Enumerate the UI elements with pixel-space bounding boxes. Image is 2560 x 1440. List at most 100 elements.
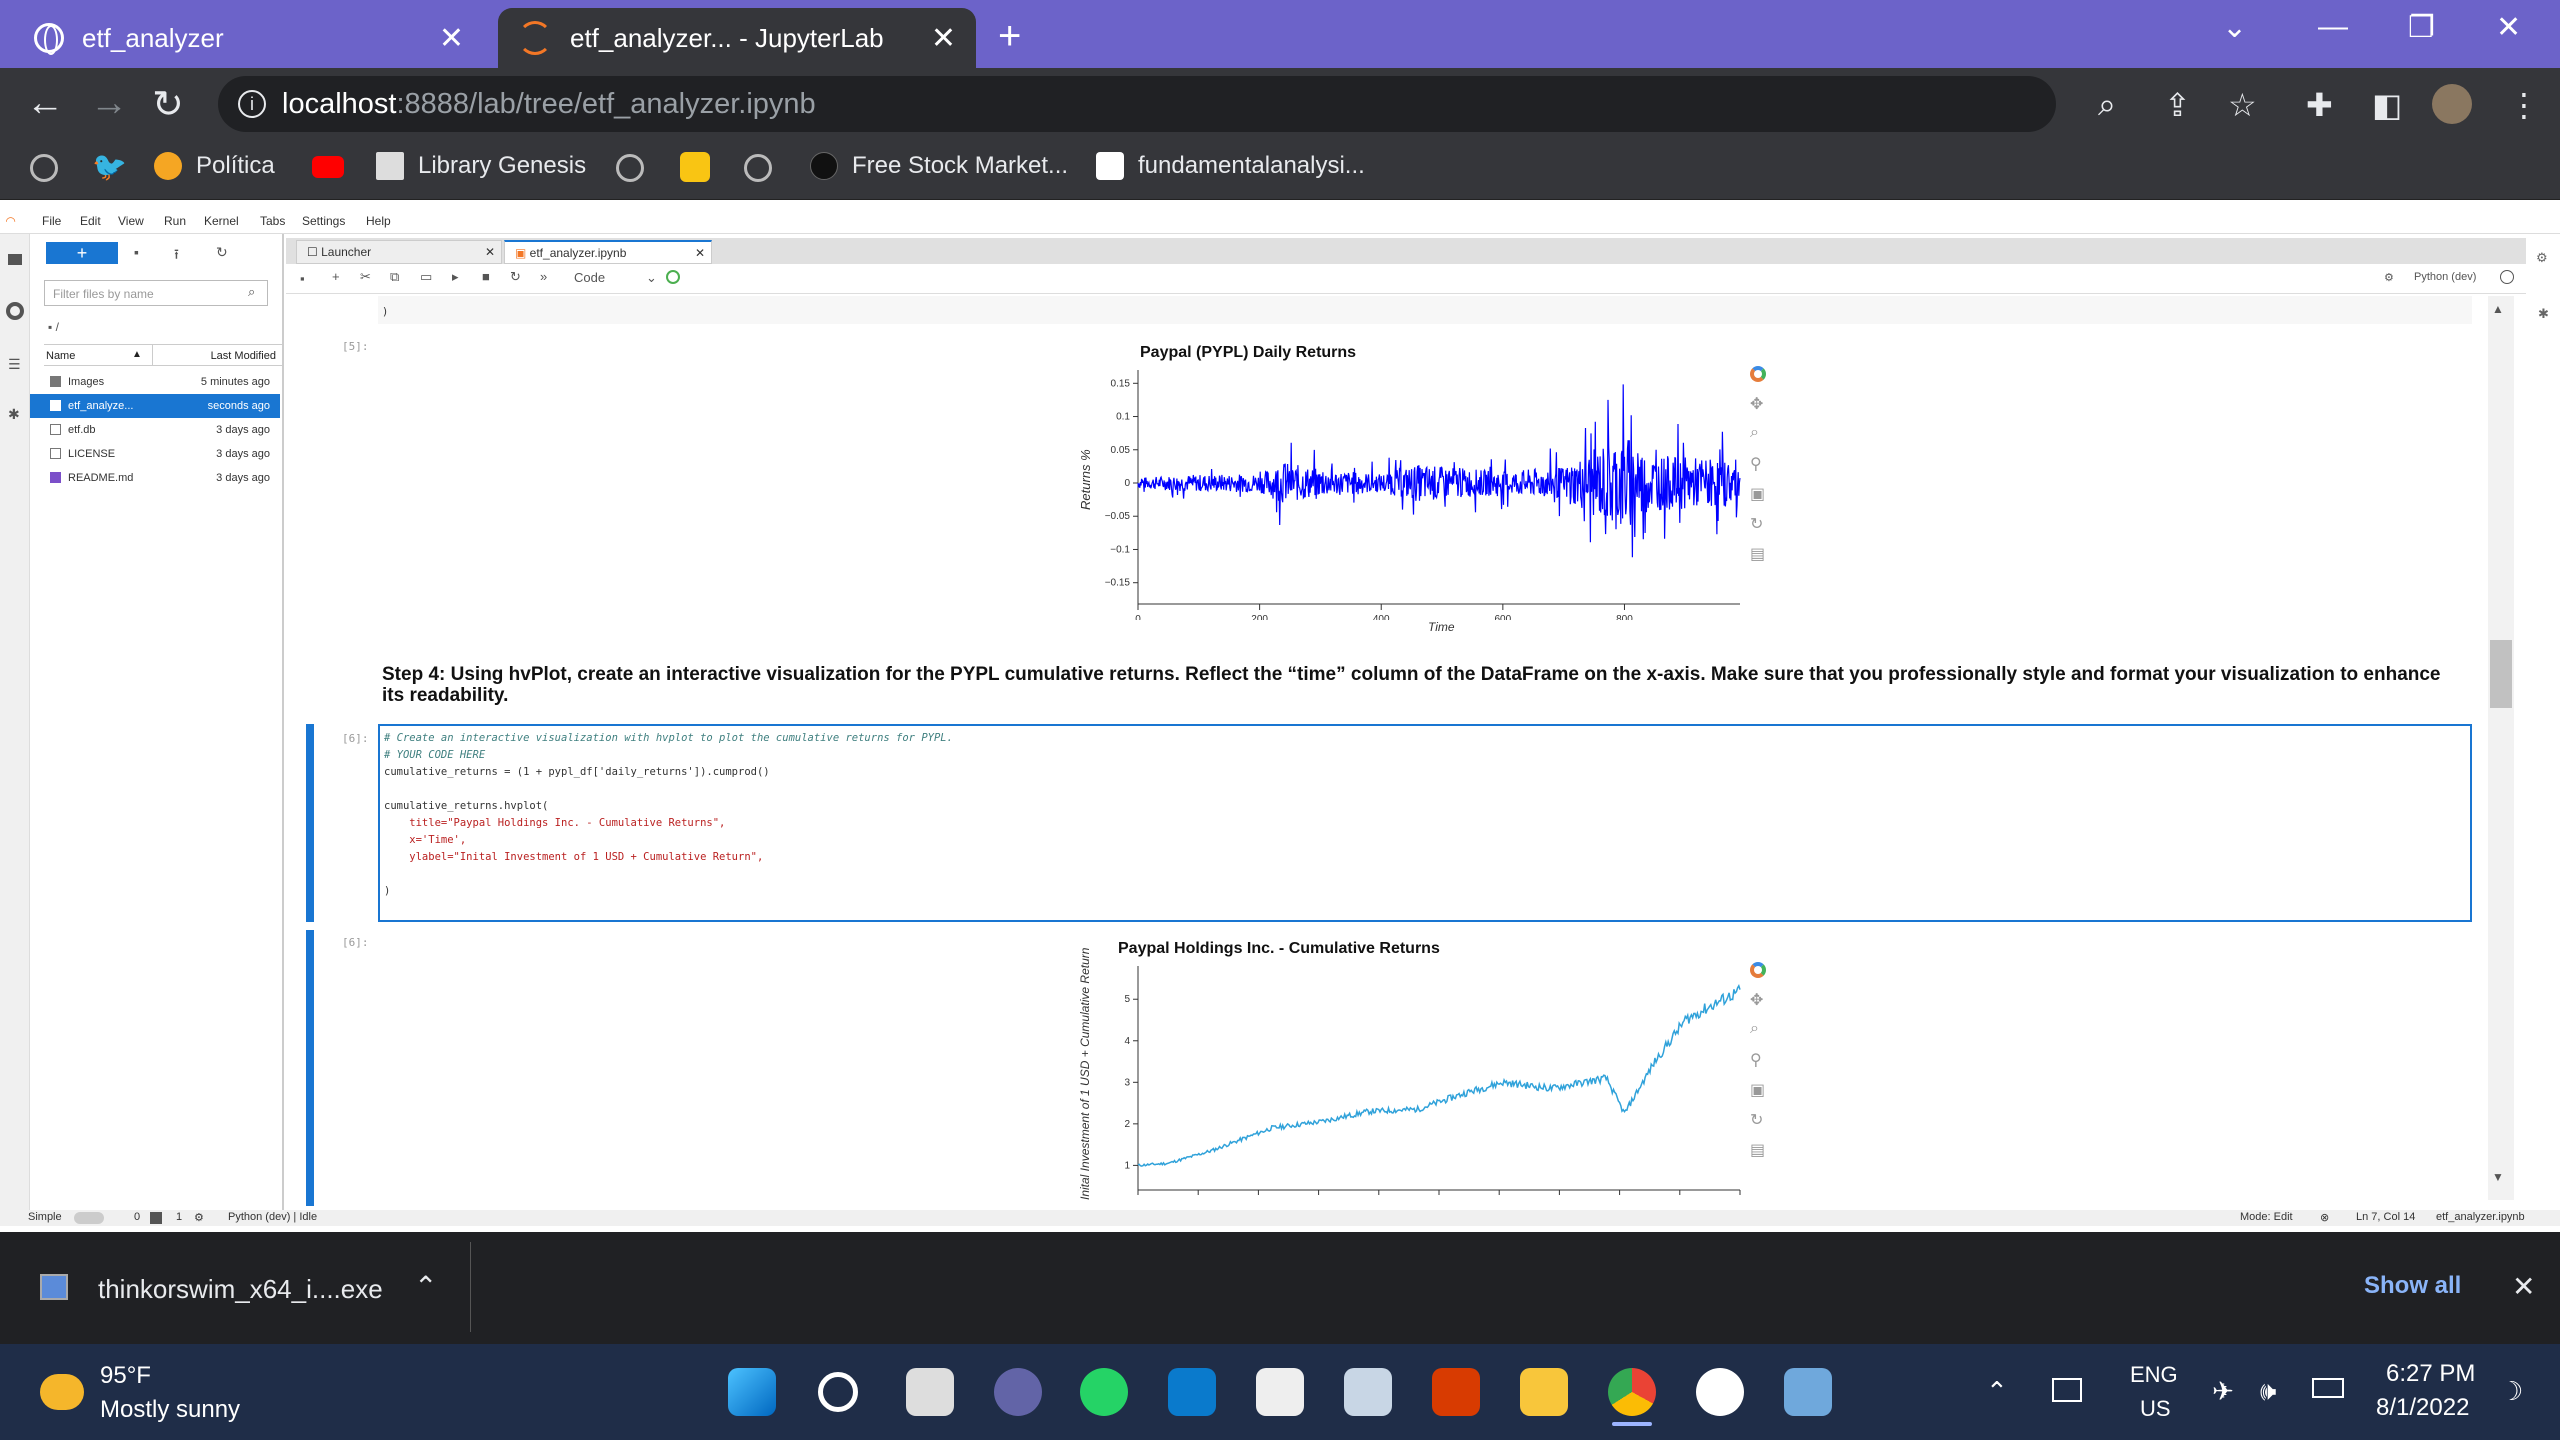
column-last-modified[interactable]: Last Modified xyxy=(211,350,276,362)
save-icon[interactable]: ▣ xyxy=(1750,484,1765,504)
bokeh-logo-icon[interactable] xyxy=(1750,366,1766,382)
reset-icon[interactable]: ↻ xyxy=(1750,1110,1763,1130)
start-icon[interactable] xyxy=(728,1368,776,1416)
box-zoom-icon[interactable]: ⌕ xyxy=(1750,1020,1759,1038)
weather-icon[interactable] xyxy=(40,1374,84,1410)
clock-time[interactable]: 6:27 PM xyxy=(2386,1360,2475,1388)
file-row-selected[interactable]: etf_analyze... seconds ago xyxy=(30,394,280,418)
save-icon[interactable]: ▣ xyxy=(1750,1080,1765,1100)
reset-icon[interactable]: ↻ xyxy=(1750,514,1763,534)
simple-mode-toggle[interactable] xyxy=(74,1212,104,1224)
previous-cell-input[interactable]: ) xyxy=(378,296,2472,324)
upload-icon[interactable]: ⭱ xyxy=(174,244,179,268)
show-all-button[interactable]: Show all xyxy=(2364,1272,2461,1300)
pan-icon[interactable]: ✥ xyxy=(1750,990,1763,1010)
download-filename[interactable]: thinkorswim_x64_i....exe xyxy=(98,1274,383,1305)
restart-icon[interactable]: ↻ xyxy=(510,269,521,285)
twitter-icon[interactable]: 🐦 xyxy=(92,150,127,183)
chrome-icon[interactable] xyxy=(1608,1368,1656,1416)
menu-icon[interactable]: ⋮ xyxy=(2508,86,2540,124)
ledger-app-icon[interactable] xyxy=(1256,1368,1304,1416)
git-icon[interactable] xyxy=(666,270,680,284)
filter-files-input[interactable]: Filter files by name xyxy=(44,280,268,306)
cumulative-returns-chart[interactable]: 1 2 3 4 5 xyxy=(1100,956,1780,1206)
url-text[interactable]: localhost:8888/lab/tree/etf_analyzer.ipy… xyxy=(282,88,816,121)
file-row[interactable]: README.md 3 days ago xyxy=(30,466,280,490)
refresh-icon[interactable]: ↻ xyxy=(216,244,228,261)
file-row[interactable]: etf.db 3 days ago xyxy=(30,418,280,442)
reload-button[interactable]: ↻ xyxy=(152,82,184,127)
cut-icon[interactable]: ✂ xyxy=(360,269,371,285)
teams-chat-icon[interactable] xyxy=(994,1368,1042,1416)
bookmark-library-genesis[interactable]: Library Genesis xyxy=(376,152,586,180)
run-icon[interactable]: ▸ xyxy=(452,269,459,285)
new-launcher-button[interactable]: + xyxy=(46,242,118,264)
bookmark-fundamentalanalysis[interactable]: fundamentalanalysi... xyxy=(1096,152,1365,180)
close-icon[interactable]: ✕ xyxy=(485,245,495,259)
wheel-zoom-icon[interactable]: ⚲ xyxy=(1750,1050,1762,1070)
folder-icon[interactable] xyxy=(8,254,22,265)
forward-button[interactable]: → xyxy=(90,82,128,125)
browser-tab-jupyterlab[interactable]: etf_analyzer... - JupyterLab ✕ xyxy=(498,8,976,68)
menu-view[interactable]: View xyxy=(118,214,144,228)
box-zoom-icon[interactable]: ⌕ xyxy=(1750,424,1759,442)
file-row[interactable]: LICENSE 3 days ago xyxy=(30,442,280,466)
scroll-up-icon[interactable]: ▲ xyxy=(2492,302,2504,316)
active-cell-indicator[interactable] xyxy=(306,724,314,922)
kernel-name[interactable]: Python (dev) xyxy=(2414,271,2476,283)
globe-icon[interactable] xyxy=(616,154,644,182)
app-icon[interactable] xyxy=(1344,1368,1392,1416)
clock-date[interactable]: 8/1/2022 xyxy=(2376,1394,2469,1422)
new-folder-icon[interactable]: ▪ xyxy=(134,244,139,260)
hover-icon[interactable]: ▤ xyxy=(1750,544,1765,564)
menu-tabs[interactable]: Tabs xyxy=(260,214,285,228)
insert-cell-icon[interactable]: + xyxy=(332,269,340,284)
language-bottom[interactable]: US xyxy=(2140,1396,2171,1422)
save-icon[interactable]: ▪ xyxy=(300,271,305,286)
back-button[interactable]: ← xyxy=(26,82,64,125)
menu-kernel[interactable]: Kernel xyxy=(204,214,239,228)
calculator-icon[interactable] xyxy=(1784,1368,1832,1416)
share-icon[interactable]: ⇪ xyxy=(2164,86,2191,124)
menu-edit[interactable]: Edit xyxy=(80,214,101,228)
debugger-icon[interactable]: ✱ xyxy=(2538,306,2549,322)
pan-icon[interactable]: ✥ xyxy=(1750,394,1763,414)
notebook-scrollbar[interactable]: ▲ ▼ xyxy=(2488,296,2514,1200)
notification-icon[interactable]: ⊗ xyxy=(2320,1211,2329,1224)
slack-icon[interactable] xyxy=(1696,1368,1744,1416)
markdown-cell[interactable]: Step 4: Using hvPlot, create an interact… xyxy=(382,664,2442,706)
close-tab-icon[interactable]: ✕ xyxy=(439,21,464,56)
extensions-icon[interactable]: ✚ xyxy=(2306,86,2333,124)
menu-run[interactable]: Run xyxy=(164,214,186,228)
kernel-status[interactable]: Python (dev) | Idle xyxy=(228,1211,317,1223)
site-info-icon[interactable]: i xyxy=(238,90,266,118)
file-row[interactable]: Images 5 minutes ago xyxy=(30,370,280,394)
close-downloads-icon[interactable]: ✕ xyxy=(2512,1270,2535,1303)
language-top[interactable]: ENG xyxy=(2130,1362,2178,1388)
file-explorer-icon[interactable] xyxy=(1520,1368,1568,1416)
keep-icon[interactable] xyxy=(680,152,710,182)
globe-icon[interactable] xyxy=(30,154,58,182)
breadcrumb-root[interactable]: / xyxy=(56,320,59,334)
menu-file[interactable]: File xyxy=(42,214,61,228)
bookmark-free-stock-market[interactable]: Free Stock Market... xyxy=(810,152,1068,180)
office-icon[interactable] xyxy=(1432,1368,1480,1416)
new-tab-button[interactable]: + xyxy=(998,14,1021,59)
tab-search-icon[interactable]: ⌄ xyxy=(2222,10,2247,45)
close-icon[interactable]: ✕ xyxy=(695,246,705,260)
browser-tab-etf-analyzer[interactable]: etf_analyzer ✕ xyxy=(14,8,484,68)
search-icon[interactable] xyxy=(818,1372,858,1412)
active-cell-indicator[interactable] xyxy=(306,930,314,1206)
copy-icon[interactable]: ⧉ xyxy=(390,269,399,285)
property-inspector-icon[interactable]: ⚙ xyxy=(2536,250,2548,266)
volume-icon[interactable]: 🕪 xyxy=(2260,1376,2276,1408)
toc-icon[interactable]: ☰ xyxy=(8,356,21,373)
zoom-icon[interactable]: ⌕ xyxy=(2098,86,2116,124)
bookmark-star-icon[interactable]: ☆ xyxy=(2228,86,2257,124)
scroll-down-icon[interactable]: ▼ xyxy=(2492,1170,2504,1184)
close-tab-icon[interactable]: ✕ xyxy=(931,21,956,56)
youtube-icon[interactable] xyxy=(312,156,344,178)
weather-temp[interactable]: 95°F xyxy=(100,1362,151,1390)
code-cell-editor[interactable]: # Create an interactive visualization wi… xyxy=(378,724,2472,922)
task-view-icon[interactable] xyxy=(906,1368,954,1416)
